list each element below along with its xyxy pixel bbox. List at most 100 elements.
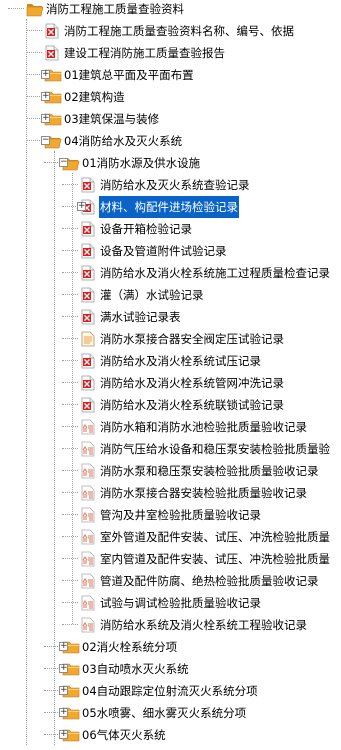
tree-node-label[interactable]: 材料、构配件进场检验记录 [99,195,239,218]
tree-node[interactable]: 室外管道及配件安装、试压、冲洗检验批质量 [80,525,331,547]
tree-node-label[interactable]: 消防气压给水设备和稳压泵安装检验批质量验 [99,438,331,460]
expand-icon[interactable]: + [59,642,68,651]
tree-connector [62,448,78,449]
inspection-icon [80,485,96,501]
tree-node[interactable]: 消防给水系统及消火栓系统工程验收记录 [80,613,308,635]
tree-node[interactable]: 消防给水及灭火系统查验记录 [80,173,251,195]
tree-connector [62,338,78,339]
inspection-icon [80,573,96,589]
inspection-icon [80,595,96,611]
tree-node-label[interactable]: 消防水泵接合器安全阀定压试验记录 [99,328,285,350]
inspection-icon [80,617,96,633]
tree-connector [26,140,42,141]
tree-connector [62,536,78,537]
tree-node[interactable]: 满水试验记录表 [80,305,182,327]
tree-connector [62,184,78,185]
tree-node-label[interactable]: 消防水箱和消防水池检验批质量验收记录 [99,416,308,438]
expand-icon[interactable]: + [59,708,68,717]
tree-node-label[interactable]: 01消防水源及供水设施 [81,152,201,174]
expand-icon[interactable]: + [41,114,50,123]
tree-node[interactable]: 消防气压给水设备和稳压泵安装检验批质量验 [80,437,331,459]
tree-node[interactable]: 03自动喷水灭火系统 [62,657,190,679]
tree-node[interactable]: 04自动跟踪定位射流灭火系统分项 [62,679,259,701]
tree-node[interactable]: 管道及配件防腐、绝热检验批质量验收记录 [80,569,320,591]
tree-node-label[interactable]: 试验与调试检验批质量验收记录 [99,592,262,614]
tree-node[interactable]: 消防水泵接合器安全阀定压试验记录 [80,327,285,349]
tree-node-label[interactable]: 03建筑保温与装修 [63,108,160,130]
tree-node[interactable]: 消防给水及消火栓系统施工过程质量检查记录 [80,261,331,283]
tree-node-label[interactable]: 建设工程消防施工质量查验报告 [63,42,226,64]
tree-connector [62,360,78,361]
tree-node[interactable]: 试验与调试检验批质量验收记录 [80,591,262,613]
tree-node-label[interactable]: 设备及管道附件试验记录 [99,240,228,262]
tree-node[interactable]: 01建筑总平面及平面布置 [44,63,195,85]
tree-connector [62,206,78,207]
tree-node[interactable]: 设备及管道附件试验记录 [80,239,228,261]
expand-icon[interactable]: + [59,686,68,695]
tree-node[interactable]: 02消火栓系统分项 [62,635,178,657]
tree-node[interactable]: 消防工程施工质量查验资料 [26,0,185,19]
tree-connector [26,74,42,75]
tree-node[interactable]: 消防水泵接合器安装检验批质量验收记录 [80,481,308,503]
expand-icon[interactable]: + [41,92,50,101]
pdf-icon [80,287,96,303]
tree-node-label[interactable]: 灌（满）水试验记录 [99,284,205,306]
tree-node-label[interactable]: 消防水泵接合器安装检验批质量验收记录 [99,482,308,504]
tree-node-label[interactable]: 02建筑构造 [63,86,126,108]
tree-node-label[interactable]: 05水喷雾、细水雾灭火系统分项 [81,702,247,724]
tree-connector [62,514,78,515]
tree-node-label[interactable]: 01建筑总平面及平面布置 [63,64,195,86]
pdf-icon [80,177,96,193]
tree-node[interactable]: 材料、构配件进场检验记录 [80,195,239,218]
tree-node[interactable]: 01消防水源及供水设施 [62,151,201,173]
tree-node-label[interactable]: 消防给水系统及消火栓系统工程验收记录 [99,614,308,636]
tree-node-label[interactable]: 消防给水及消火栓系统管网冲洗记录 [99,372,285,394]
tree-node[interactable]: 设备开箱检验记录 [80,217,193,239]
tree-node[interactable]: 05水喷雾、细水雾灭火系统分项 [62,701,247,723]
tree-node[interactable]: 管沟及井室检验批质量验收记录 [80,503,262,525]
expand-icon[interactable]: + [59,730,68,739]
tree-node-label[interactable]: 02消火栓系统分项 [81,636,178,658]
tree-node-label[interactable]: 室外管道及配件安装、试压、冲洗检验批质量 [99,526,331,548]
expand-icon[interactable]: + [41,70,50,79]
tree-connector [26,52,42,53]
collapse-icon[interactable]: − [41,136,50,145]
tree-connector [62,316,78,317]
tree-node-label[interactable]: 管道及配件防腐、绝热检验批质量验收记录 [99,570,320,592]
expand-icon[interactable]: + [59,664,68,673]
tree-node-label[interactable]: 消防水泵和稳压泵安装检验批质量验收记录 [99,460,320,482]
tree-node[interactable]: 消防水箱和消防水池检验批质量验收记录 [80,415,308,437]
tree-node[interactable]: 室内管道及配件安装、试压、冲洗检验批质量 [80,547,331,569]
tree-node-label[interactable]: 消防给水及消火栓系统联锁试验记录 [99,394,285,416]
tree-node[interactable]: 04消防给水及灭火系统 [44,129,183,151]
tree-node-label[interactable]: 消防工程施工质量查验资料 [45,0,185,20]
tree-node[interactable]: 建设工程消防施工质量查验报告 [44,41,226,63]
tree-node-label[interactable]: 06气体灭火系统 [81,724,167,746]
tree-connector [26,118,42,119]
tree-node-label[interactable]: 03自动喷水灭火系统 [81,658,190,680]
tree-node[interactable]: 消防水泵和稳压泵安装检验批质量验收记录 [80,459,320,481]
tree-node[interactable]: 消防给水及消火栓系统联锁试验记录 [80,393,285,415]
tree-node[interactable]: 消防给水及消火栓系统试压记录 [80,349,262,371]
tree-node-label[interactable]: 04消防给水及灭火系统 [63,130,183,152]
tree-node-label[interactable]: 消防给水及灭火系统查验记录 [99,174,251,196]
tree-node-label[interactable]: 消防给水及消火栓系统试压记录 [99,350,262,372]
tree-node-label[interactable]: 设备开箱检验记录 [99,218,193,240]
expand-icon[interactable]: + [77,202,86,211]
tree-node-label[interactable]: 满水试验记录表 [99,306,182,328]
tree-node[interactable]: 03建筑保温与装修 [44,107,160,129]
tree-node-label[interactable]: 消防给水及消火栓系统施工过程质量检查记录 [99,262,331,284]
tree-node-label[interactable]: 管沟及井室检验批质量验收记录 [99,504,262,526]
tree-node[interactable]: 02建筑构造 [44,85,126,107]
tree-node-label[interactable]: 04自动跟踪定位射流灭火系统分项 [81,680,259,702]
collapse-icon[interactable]: − [59,158,68,167]
tree-node-label[interactable]: 室内管道及配件安装、试压、冲洗检验批质量 [99,548,331,570]
tree-node[interactable]: 消防给水及消火栓系统管网冲洗记录 [80,371,285,393]
tree-node[interactable]: 灌（满）水试验记录 [80,283,205,305]
inspection-icon [80,507,96,523]
tree-connector [62,624,78,625]
tree-node[interactable]: 06气体灭火系统 [62,723,167,745]
tree-node-label[interactable]: 消防工程施工质量查验资料名称、编号、依据 [63,20,295,42]
inspection-icon [80,529,96,545]
tree-node[interactable]: 消防工程施工质量查验资料名称、编号、依据 [44,19,295,41]
